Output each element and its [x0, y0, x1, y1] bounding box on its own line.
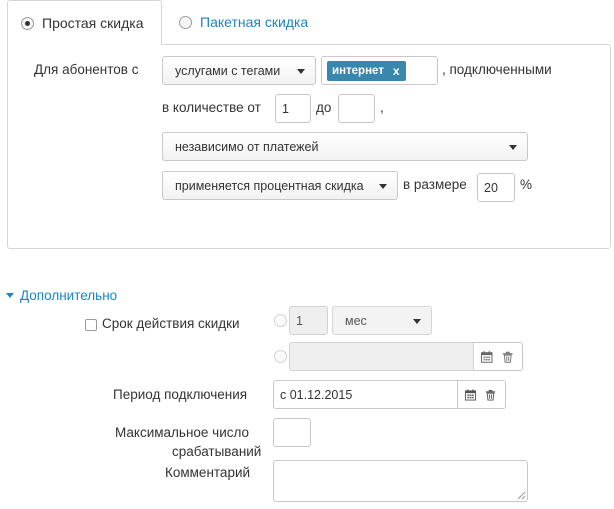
- tab-simple-discount-label: Простая скидка: [42, 15, 144, 31]
- validity-date-addon: [474, 342, 523, 371]
- resize-handle-icon[interactable]: [517, 491, 526, 500]
- connection-period-input[interactable]: [273, 380, 458, 409]
- caret-down-icon: [509, 145, 517, 150]
- calendar-icon[interactable]: [481, 350, 493, 363]
- service-select-value: услугами с тегами: [175, 63, 281, 78]
- tags-input[interactable]: интернет x: [321, 56, 438, 85]
- trash-icon[interactable]: [485, 389, 496, 401]
- validity-unit-select[interactable]: мес: [332, 306, 432, 335]
- tab-simple-discount[interactable]: Простая скидка: [7, 0, 162, 45]
- validity-unit-value: мес: [345, 313, 367, 328]
- service-select[interactable]: услугами с тегами: [162, 56, 316, 85]
- tab-package-discount-label: Пакетная скидка: [200, 14, 309, 30]
- quantity-from-input[interactable]: [275, 94, 311, 123]
- caret-down-icon: [379, 184, 387, 189]
- radio-package-discount[interactable]: [179, 15, 192, 29]
- caret-down-icon: [297, 69, 305, 74]
- percent-sign: %: [520, 177, 533, 192]
- max-triggers-input[interactable]: [273, 418, 311, 447]
- tab-package-discount[interactable]: Пакетная скидка: [166, 0, 308, 44]
- caret-down-icon: [413, 319, 421, 324]
- validity-amount-input[interactable]: [289, 306, 328, 335]
- for-subscribers-label: Для абонентов с: [34, 62, 139, 77]
- additional-toggle[interactable]: Дополнительно: [6, 288, 117, 303]
- tag-chip: интернет x: [327, 61, 406, 81]
- triangle-down-icon: [6, 293, 14, 298]
- discount-type-select[interactable]: применяется процентная скидка: [162, 171, 398, 200]
- validity-date-radio[interactable]: [274, 350, 287, 363]
- discount-size-input[interactable]: [477, 173, 515, 202]
- max-triggers-label-line1: Максимальное число: [115, 425, 250, 440]
- quantity-to-input[interactable]: [338, 94, 375, 123]
- calendar-icon[interactable]: [465, 389, 476, 401]
- payments-select-value: независимо от платежей: [175, 139, 319, 154]
- quantity-from-label: в количестве от: [162, 100, 261, 115]
- validity-label: Срок действия скидки: [102, 316, 240, 331]
- connection-period-label: Период подключения: [113, 387, 248, 402]
- validity-date-input[interactable]: [289, 342, 474, 371]
- radio-simple-discount[interactable]: [21, 16, 34, 30]
- comment-label: Комментарий: [165, 465, 251, 480]
- max-triggers-label-line2: срабатываний: [172, 444, 262, 459]
- tag-remove-icon[interactable]: x: [393, 64, 400, 78]
- comma-label: ,: [380, 100, 384, 115]
- trash-icon[interactable]: [502, 351, 514, 363]
- additional-toggle-label: Дополнительно: [20, 288, 118, 303]
- payments-select[interactable]: независимо от платежей: [162, 132, 528, 161]
- tag-chip-label: интернет: [332, 65, 384, 77]
- connected-label: , подключенными: [442, 62, 552, 77]
- quantity-to-label: до: [316, 100, 332, 115]
- connection-period-addon: [458, 380, 506, 409]
- size-label: в размере: [403, 177, 467, 192]
- discount-type-select-value: применяется процентная скидка: [175, 178, 364, 193]
- validity-checkbox[interactable]: [85, 319, 97, 331]
- comment-textarea[interactable]: [273, 460, 528, 502]
- validity-period-radio[interactable]: [274, 314, 287, 327]
